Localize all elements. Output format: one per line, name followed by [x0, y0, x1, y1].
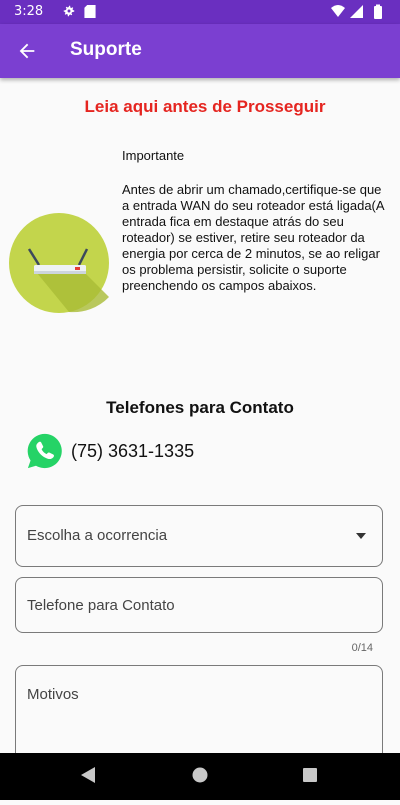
- warning-heading: Leia aqui antes de Prosseguir: [84, 97, 326, 116]
- nav-home-icon[interactable]: [192, 767, 208, 783]
- occurrence-dropdown[interactable]: Escolha a ocorrencia: [15, 505, 383, 567]
- nav-back-icon[interactable]: [81, 767, 95, 783]
- battery-icon: [374, 4, 382, 19]
- page-title: Suporte: [70, 39, 142, 60]
- navigation-bar: [0, 753, 400, 800]
- phone-char-counter: 0/14: [351, 642, 373, 654]
- gear-icon: [63, 5, 75, 17]
- wifi-icon: [331, 5, 345, 17]
- app-bar: Suporte: [0, 24, 400, 78]
- nav-recents-icon[interactable]: [303, 768, 317, 782]
- dropdown-arrow-icon: [356, 533, 366, 539]
- status-bar: 3:28: [0, 0, 400, 24]
- whatsapp-icon[interactable]: [26, 432, 64, 470]
- contact-phone-label: Telefone para Contato: [27, 597, 175, 614]
- contacts-heading: Telefones para Contato: [106, 398, 294, 417]
- occurrence-label: Escolha a ocorrencia: [27, 527, 168, 544]
- contact-phone-field[interactable]: Telefone para Contato: [15, 577, 383, 633]
- status-icons: [331, 4, 382, 19]
- reason-field[interactable]: Motivos: [15, 665, 383, 765]
- status-time: 3:28: [14, 4, 44, 19]
- signal-icon: [350, 5, 363, 18]
- arrow-back-icon[interactable]: [16, 40, 38, 62]
- sd-card-icon: [84, 5, 96, 18]
- contact-phone[interactable]: (75) 3631-1335: [71, 441, 194, 462]
- router-icon: [9, 213, 109, 313]
- reason-label: Motivos: [27, 686, 79, 703]
- important-heading: Importante: [122, 148, 185, 163]
- instructions-text: Antes de abrir um chamado,certifique-se …: [122, 182, 384, 293]
